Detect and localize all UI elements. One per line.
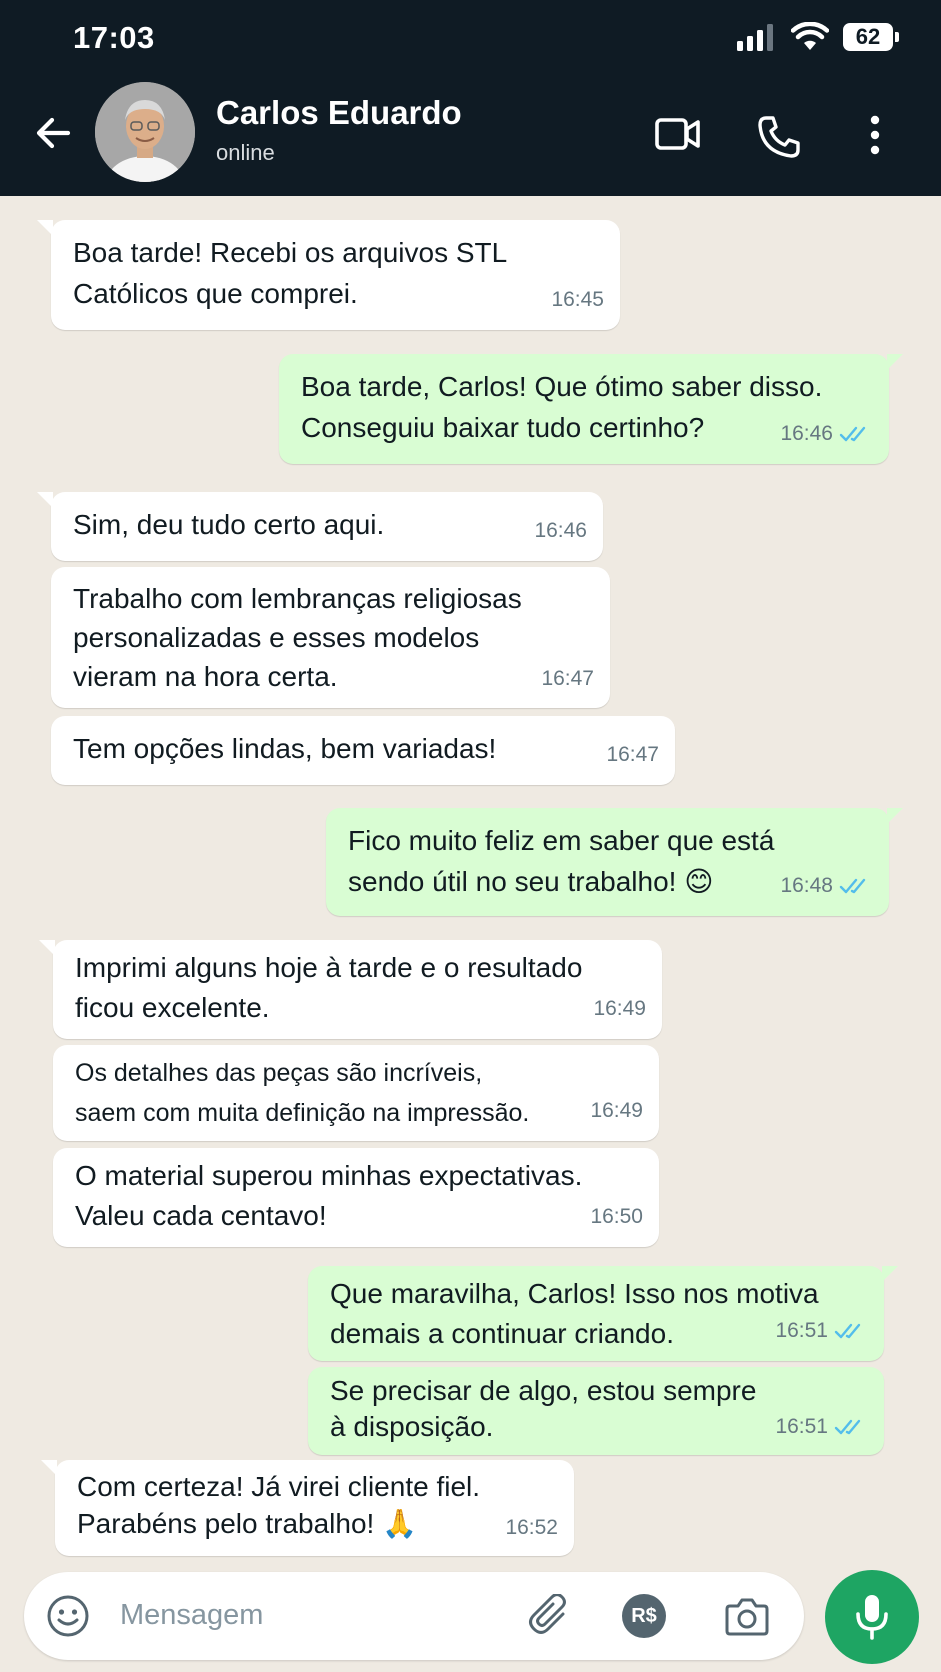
message-input[interactable]: Mensagem xyxy=(120,1599,263,1632)
microphone-icon xyxy=(856,1595,888,1640)
message-time: 16:51 xyxy=(775,1319,828,1342)
message-time: 16:50 xyxy=(590,1205,643,1228)
message-time: 16:49 xyxy=(590,1099,643,1122)
message-bubble-outgoing[interactable]: Se precisar de algo, estou sempre à disp… xyxy=(308,1367,884,1455)
message-text: Trabalho com lembranças religiosas perso… xyxy=(73,583,522,692)
message-time: 16:47 xyxy=(541,667,594,690)
contact-name[interactable]: Carlos Eduardo xyxy=(216,94,462,132)
message-text: Com certeza! Já virei cliente fiel. Para… xyxy=(77,1471,481,1539)
back-arrow-icon[interactable] xyxy=(32,112,74,154)
message-time: 16:45 xyxy=(551,288,604,311)
message-text: Os detalhes das peças são incríveis, sae… xyxy=(75,1059,530,1127)
read-receipt-icon xyxy=(839,426,866,441)
message-time: 16:52 xyxy=(505,1516,558,1539)
message-text: O material superou minhas expectativas. … xyxy=(75,1160,583,1231)
message-bubble-outgoing[interactable]: Que maravilha, Carlos! Isso nos motiva d… xyxy=(308,1266,898,1361)
message-time: 16:46 xyxy=(534,519,587,542)
avatar-portrait xyxy=(95,82,195,182)
message-bubble-incoming[interactable]: O material superou minhas expectativas. … xyxy=(53,1148,659,1247)
contact-avatar[interactable] xyxy=(95,82,195,182)
message-meta: 16:47 xyxy=(541,659,594,698)
message-bubble-incoming[interactable]: Tem opções lindas, bem variadas! 16:47 xyxy=(51,716,675,785)
chat-header: 17:03 62 Carlos Eduardo online xyxy=(0,0,941,196)
message-meta: 16:50 xyxy=(590,1197,643,1237)
message-meta: 16:46 xyxy=(780,413,873,454)
message-time: 16:47 xyxy=(606,743,659,766)
message-bubble-incoming[interactable]: Os detalhes das peças são incríveis, sae… xyxy=(53,1045,659,1141)
battery-indicator: 62 xyxy=(843,23,899,51)
more-options-icon[interactable] xyxy=(868,114,882,156)
message-bubble-incoming[interactable]: Com certeza! Já virei cliente fiel. Para… xyxy=(41,1460,574,1556)
payment-label: R$ xyxy=(631,1604,657,1627)
message-meta: 16:48 xyxy=(780,865,873,906)
message-text: Tem opções lindas, bem variadas! xyxy=(73,733,497,764)
message-time: 16:46 xyxy=(780,422,833,445)
signal-icon xyxy=(737,24,773,51)
message-bubble-incoming[interactable]: Sim, deu tudo certo aqui. 16:46 xyxy=(37,492,603,561)
payment-icon[interactable]: R$ xyxy=(622,1594,666,1638)
wifi-icon xyxy=(791,22,829,50)
message-meta: 16:49 xyxy=(590,1091,643,1131)
message-meta: 16:49 xyxy=(593,989,646,1029)
status-icons: 62 xyxy=(737,22,899,52)
message-time: 16:49 xyxy=(593,997,646,1020)
message-time: 16:51 xyxy=(775,1415,828,1438)
status-time: 17:03 xyxy=(73,20,155,55)
read-receipt-icon xyxy=(834,1323,861,1339)
message-meta: 16:52 xyxy=(505,1509,558,1546)
message-bubble-outgoing[interactable]: Boa tarde, Carlos! Que ótimo saber disso… xyxy=(279,354,903,464)
message-meta: 16:51 xyxy=(775,1311,868,1351)
message-meta: 16:47 xyxy=(606,734,659,775)
message-meta: 16:51 xyxy=(775,1409,868,1445)
message-text: Imprimi alguns hoje à tarde e o resultad… xyxy=(75,952,583,1023)
message-list[interactable]: Boa tarde! Recebi os arquivos STL Católi… xyxy=(0,196,941,1572)
phone-call-icon[interactable] xyxy=(756,114,802,160)
message-composer[interactable]: Mensagem R$ xyxy=(24,1572,804,1660)
read-receipt-icon xyxy=(834,1419,861,1435)
message-bubble-incoming[interactable]: Imprimi alguns hoje à tarde e o resultad… xyxy=(39,940,662,1039)
message-text: Boa tarde! Recebi os arquivos STL Católi… xyxy=(73,237,508,309)
emoji-icon[interactable] xyxy=(46,1594,90,1638)
message-bubble-incoming[interactable]: Boa tarde! Recebi os arquivos STL Católi… xyxy=(37,220,620,330)
message-meta: 16:46 xyxy=(534,510,587,551)
message-bubble-incoming[interactable]: Trabalho com lembranças religiosas perso… xyxy=(51,567,610,708)
message-meta: 16:45 xyxy=(551,279,604,320)
voice-message-button[interactable] xyxy=(825,1570,919,1664)
read-receipt-icon xyxy=(839,878,866,893)
attach-icon[interactable] xyxy=(528,1594,574,1640)
message-time: 16:48 xyxy=(780,874,833,897)
message-bubble-outgoing[interactable]: Fico muito feliz em saber que está sendo… xyxy=(326,808,903,916)
video-call-icon[interactable] xyxy=(654,114,702,154)
camera-icon[interactable] xyxy=(724,1594,770,1638)
contact-status: online xyxy=(216,140,275,165)
message-text: Sim, deu tudo certo aqui. xyxy=(73,509,385,540)
